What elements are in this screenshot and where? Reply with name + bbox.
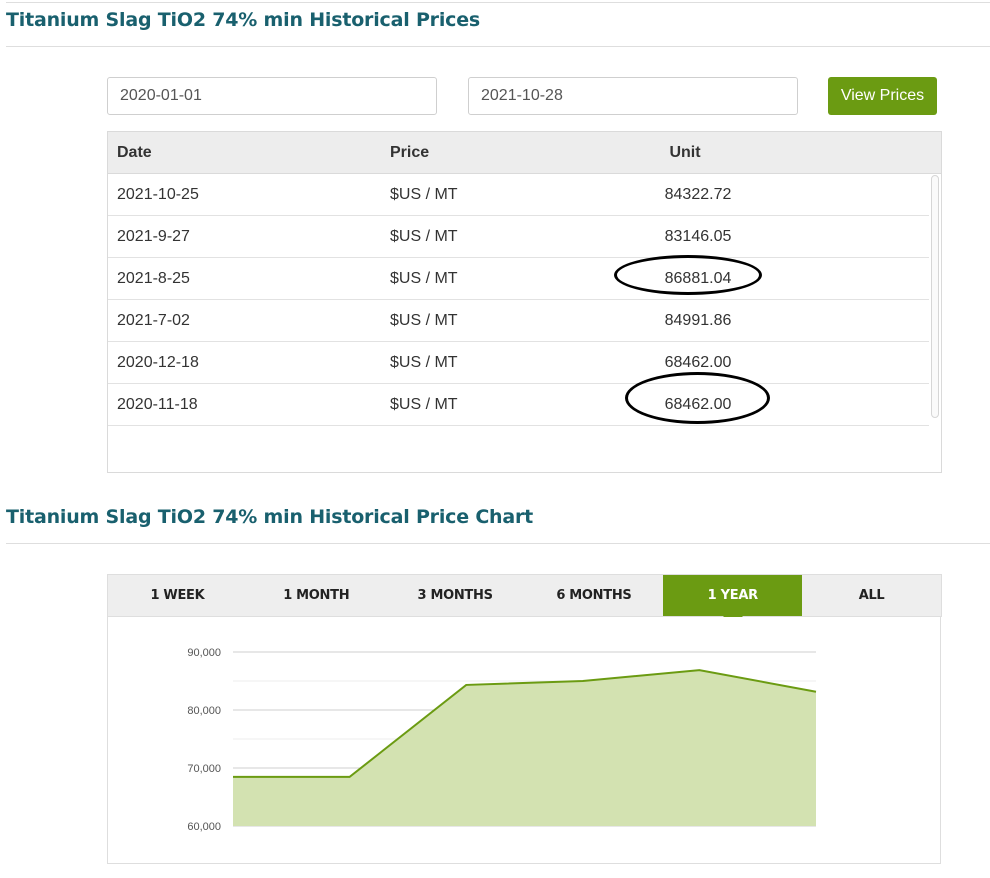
table-row: 2020-11-18 $US / MT 68462.00	[108, 384, 929, 426]
prices-section-title: Titanium Slag TiO2 74% min Historical Pr…	[6, 9, 481, 31]
data-point[interactable]	[230, 774, 236, 780]
prices-table: Date Price Unit 2021-10-25 $US / MT 8432…	[107, 131, 942, 473]
price-chart-container: 60,000 70,000 80,000 90,000	[107, 617, 941, 864]
table-row: 2020-12-18 $US / MT 68462.00	[108, 342, 929, 384]
price-area-chart: 60,000 70,000 80,000 90,000	[187, 647, 819, 833]
data-point[interactable]	[580, 678, 586, 684]
row-price: $US / MT	[390, 354, 458, 371]
table-row: 2021-10-25 $US / MT 84322.72	[108, 174, 929, 216]
row-date: 2020-12-18	[117, 354, 199, 371]
column-header-price: Price	[390, 144, 430, 161]
end-date-input[interactable]	[468, 77, 798, 115]
row-unit: 86881.04	[664, 270, 732, 287]
table-row: 2021-9-27 $US / MT 83146.05	[108, 216, 929, 258]
row-price: $US / MT	[390, 396, 458, 413]
chart-title-divider	[6, 543, 990, 544]
table-row: 2021-8-25 $US / MT 86881.04	[108, 258, 929, 300]
view-prices-button[interactable]: View Prices	[828, 77, 937, 115]
y-tick-label: 80,000	[187, 705, 221, 717]
data-point[interactable]	[463, 682, 469, 688]
row-unit: 84322.72	[664, 186, 732, 203]
chart-section-title: Titanium Slag TiO2 74% min Historical Pr…	[6, 506, 534, 528]
row-date: 2021-9-27	[117, 228, 190, 245]
column-header-date: Date	[117, 144, 152, 161]
tab-1-week[interactable]: 1 WEEK	[108, 575, 247, 616]
range-tabs: 1 WEEK 1 MONTH 3 MONTHS 6 MONTHS 1 YEAR …	[107, 574, 942, 626]
tab-1-month[interactable]: 1 MONTH	[247, 575, 386, 616]
row-date: 2021-8-25	[117, 270, 190, 287]
row-price: $US / MT	[390, 270, 458, 287]
tab-1-year[interactable]: 1 YEAR	[663, 575, 803, 626]
tab-6-months[interactable]: 6 MONTHS	[524, 575, 663, 616]
y-tick-label: 90,000	[187, 647, 221, 659]
row-date: 2020-11-18	[117, 396, 198, 413]
tab-all[interactable]: ALL	[802, 575, 941, 616]
row-date: 2021-7-02	[117, 312, 190, 329]
column-header-unit: Unit	[669, 144, 701, 161]
table-header: Date Price Unit	[108, 132, 941, 174]
row-unit: 83146.05	[664, 228, 732, 245]
data-point[interactable]	[696, 667, 702, 673]
data-point[interactable]	[813, 689, 819, 695]
row-date: 2021-10-25	[117, 186, 199, 203]
row-price: $US / MT	[390, 186, 458, 203]
start-date-input[interactable]	[107, 77, 437, 115]
table-scrollbar[interactable]	[931, 175, 939, 418]
table-row: 2021-7-02 $US / MT 84991.86	[108, 300, 929, 342]
data-point[interactable]	[347, 774, 353, 780]
y-tick-label: 60,000	[187, 821, 221, 833]
tab-3-months[interactable]: 3 MONTHS	[386, 575, 525, 616]
table-body[interactable]: 2021-10-25 $US / MT 84322.72 2021-9-27 $…	[108, 174, 941, 426]
row-unit: 68462.00	[664, 396, 732, 413]
prices-title-divider	[6, 46, 990, 47]
row-price: $US / MT	[390, 228, 458, 245]
row-unit: 84991.86	[664, 312, 732, 329]
y-tick-label: 70,000	[187, 763, 221, 775]
row-price: $US / MT	[390, 312, 458, 329]
top-divider	[6, 2, 990, 3]
price-area-fill	[233, 670, 816, 826]
row-unit: 68462.00	[664, 354, 732, 371]
